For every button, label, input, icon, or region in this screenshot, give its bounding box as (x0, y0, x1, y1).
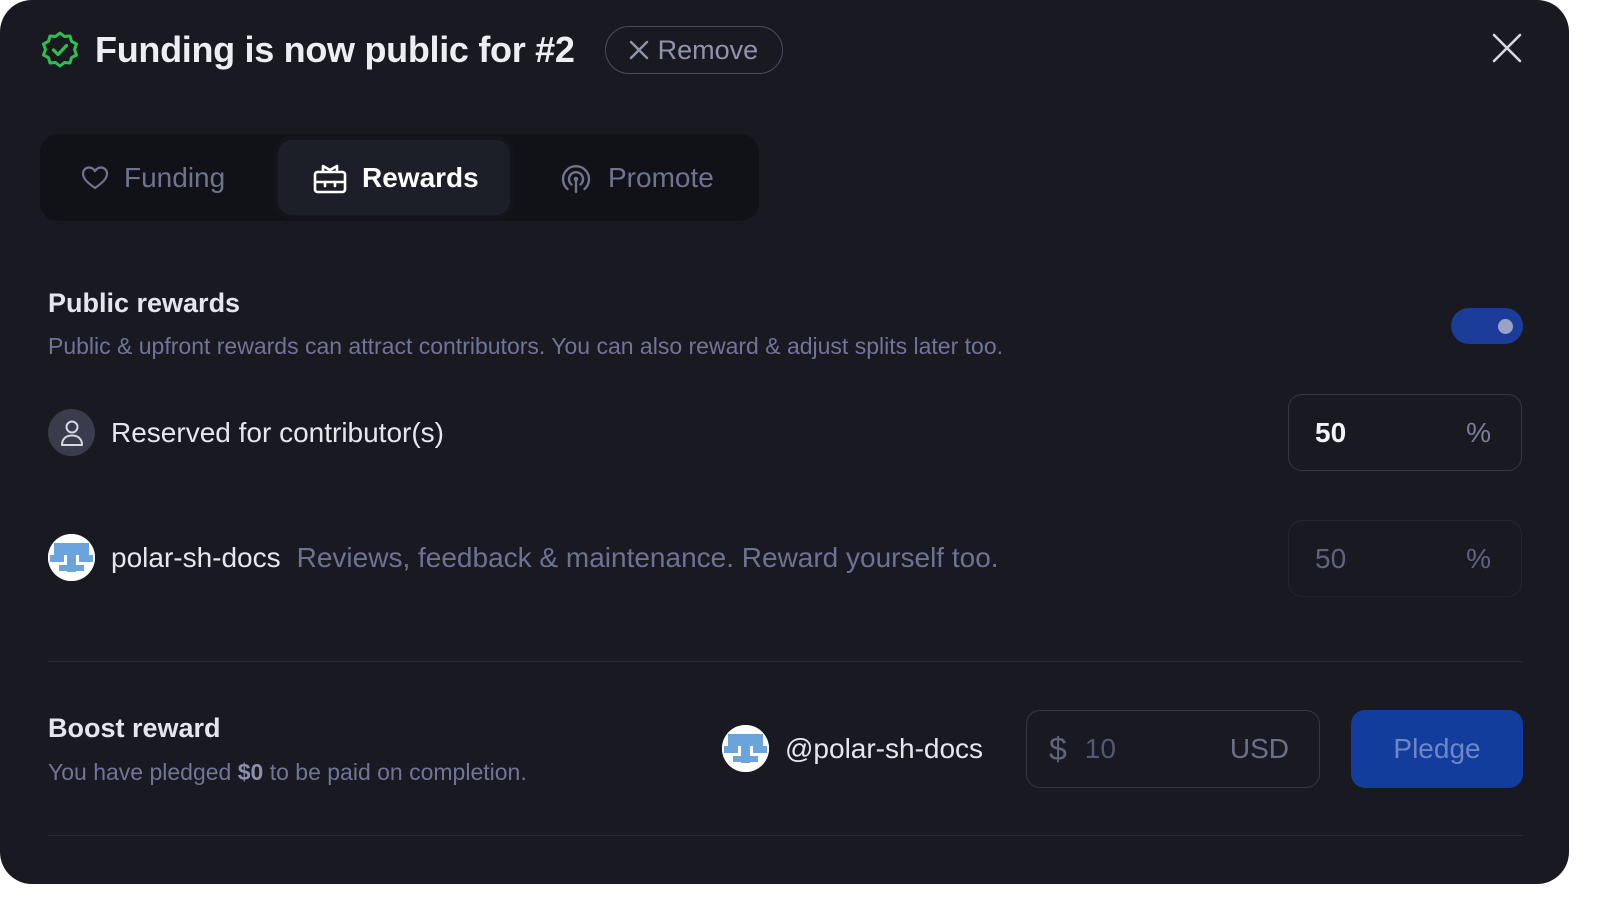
toggle-knob (1498, 319, 1513, 334)
public-rewards-description: Public & upfront rewards can attract con… (48, 333, 1003, 359)
close-modal-button[interactable] (1489, 30, 1525, 66)
gift-icon (313, 164, 347, 193)
tab-promote[interactable]: Promote (558, 140, 714, 215)
currency-label: USD (1229, 733, 1289, 764)
boost-desc-prefix: You have pledged (48, 759, 232, 785)
broadcast-icon (561, 164, 591, 193)
split-hint-maintainer: Reviews, feedback & maintenance. Reward … (296, 541, 999, 573)
tab-funding-label: Funding (124, 161, 226, 193)
divider (48, 661, 1523, 662)
tab-promote-label: Promote (608, 161, 714, 193)
page-title: Funding is now public for #2 (95, 29, 575, 70)
pledger: @polar-sh-docs (722, 725, 983, 772)
boost-reward-title: Boost reward (48, 713, 221, 743)
split-label-maintainer: polar-sh-docs (111, 541, 281, 573)
divider (48, 835, 1523, 836)
user-icon (48, 409, 95, 456)
pledge-amount-input[interactable]: $ 10 USD (1026, 710, 1320, 788)
tab-rewards[interactable]: Rewards (278, 140, 510, 215)
split-label-contributors: Reserved for contributor(s) (111, 416, 445, 448)
split-row-maintainer: polar-sh-docs Reviews, feedback & mainte… (48, 534, 999, 581)
funding-modal: Funding is now public for #2 Remove Fund… (0, 0, 1569, 884)
remove-button-label: Remove (657, 34, 759, 65)
currency-symbol: $ (1049, 730, 1067, 767)
split-row-contributors: Reserved for contributor(s) (48, 409, 444, 456)
close-icon (629, 40, 648, 60)
pledged-amount: $0 (237, 759, 264, 785)
public-rewards-title: Public rewards (48, 288, 241, 318)
pledge-amount-placeholder: 10 (1084, 733, 1116, 764)
close-icon (1492, 33, 1522, 63)
public-rewards-toggle[interactable] (1451, 308, 1523, 344)
boost-desc-suffix: to be paid on completion. (269, 759, 527, 785)
tab-bar: Funding Rewards Promote (40, 134, 759, 221)
boost-reward-description: You have pledged $0 to be paid on comple… (48, 759, 527, 786)
avatar (722, 725, 769, 772)
percent-unit: % (1466, 416, 1491, 448)
pledger-name: @polar-sh-docs (785, 732, 984, 764)
contributor-split-input[interactable]: 50 % (1288, 394, 1522, 471)
maintainer-split-input[interactable]: 50 % (1288, 520, 1522, 597)
avatar (48, 534, 95, 581)
tab-rewards-label: Rewards (362, 161, 479, 193)
remove-button[interactable]: Remove (604, 26, 784, 74)
pledge-button[interactable]: Pledge (1351, 710, 1523, 788)
modal-header: Funding is now public for #2 Remove (40, 24, 784, 76)
heart-icon (81, 165, 109, 189)
maintainer-split-value: 50 (1315, 542, 1347, 574)
contributor-split-value: 50 (1315, 416, 1347, 448)
tab-funding[interactable]: Funding (80, 140, 225, 215)
check-circle-icon (40, 30, 80, 70)
percent-unit: % (1466, 542, 1491, 574)
